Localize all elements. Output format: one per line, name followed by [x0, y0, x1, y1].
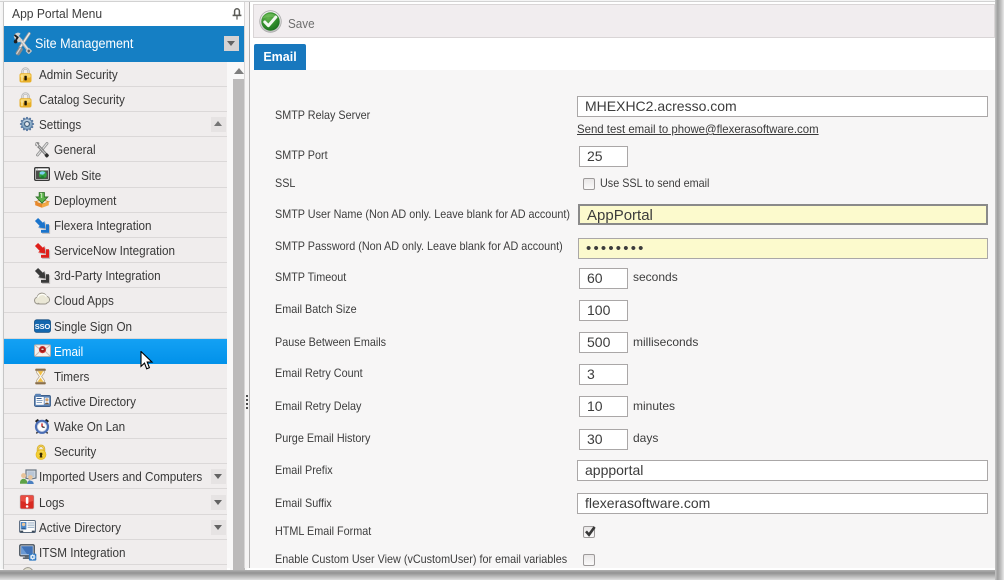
svg-text:SSO: SSO: [35, 322, 51, 331]
